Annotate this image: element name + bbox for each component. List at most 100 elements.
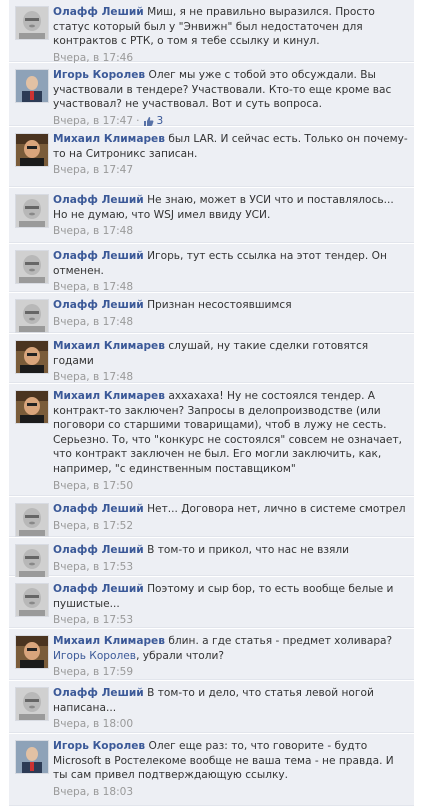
comment-timestamp[interactable]: Вчера, в 18:00 — [53, 717, 133, 732]
profile-photo-icon — [16, 251, 48, 283]
comment-body: Олафф Леший Не знаю, может в УСИ что и п… — [53, 193, 408, 239]
avatar[interactable] — [15, 69, 49, 103]
profile-photo-icon — [16, 7, 48, 39]
comment-timestamp[interactable]: Вчера, в 17:48 — [53, 315, 133, 330]
comment-body: Олафф Леший Признан несостоявшимся Вчера,… — [53, 298, 408, 329]
comment-author-link[interactable]: Игорь Королев — [53, 69, 145, 81]
comment-author-link[interactable]: Михаил Климарев — [53, 133, 165, 145]
comment-body: Олафф Леший Игорь, тут есть ссылка на эт… — [53, 249, 408, 295]
comment-timestamp[interactable]: Вчера, в 18:03 — [53, 785, 133, 800]
comment-item: Михаил Климарев блин. а где статья - пре… — [9, 629, 414, 680]
comment-author-link[interactable]: Игорь Королев — [53, 740, 145, 752]
comment-body: Олафф Леший Нет... Договора нет, лично в… — [53, 502, 408, 533]
avatar[interactable] — [15, 390, 49, 424]
comment-body: Олафф Леший В том-то и дело, что статья … — [53, 686, 408, 732]
profile-photo-icon — [16, 688, 48, 720]
avatar[interactable] — [15, 6, 49, 40]
comment-text: Признан несостоявшимся — [147, 299, 292, 311]
comment-content: Олафф Леший Не знаю, может в УСИ что и п… — [53, 193, 408, 222]
comment-text-after: , убрали чтоли? — [136, 649, 225, 662]
comment-item: Олафф Леший В том-то и дело, что статья … — [9, 681, 414, 733]
profile-photo-icon — [16, 195, 48, 227]
comment-content: Михаил Климарев слушай, ну такие сделки … — [53, 339, 408, 368]
comment-body: Игорь Королев Олег еще раз: то, что гово… — [53, 739, 408, 799]
comment-item: Игорь Королев Олег еще раз: то, что гово… — [9, 734, 414, 806]
profile-photo-icon — [16, 134, 48, 166]
comment-item: Олафф Леший Не знаю, может в УСИ что и п… — [9, 188, 414, 243]
profile-photo-icon — [16, 584, 48, 616]
comment-timestamp[interactable]: Вчера, в 17:59 — [53, 665, 133, 680]
comment-timestamp[interactable]: Вчера, в 17:53 — [53, 613, 133, 628]
comment-author-link[interactable]: Михаил Климарев — [53, 340, 165, 352]
comment-item: Олафф Леший Признан несостоявшимся Вчера,… — [9, 293, 414, 333]
comment-item: Михаил Климарев был LAR. И сейчас есть. … — [9, 127, 414, 187]
comment-content: Михаил Климарев блин. а где статья - пре… — [53, 634, 408, 663]
comment-timestamp[interactable]: Вчера, в 17:47 — [53, 163, 133, 178]
avatar[interactable] — [15, 194, 49, 228]
comment-text: аххахаха! Ну не состоялся тендер. А конт… — [53, 390, 402, 475]
comment-author-link[interactable]: Олафф Леший — [53, 583, 144, 595]
avatar[interactable] — [15, 583, 49, 617]
comment-body: Михаил Климарев аххахаха! Ну не состоялс… — [53, 389, 408, 493]
comment-author-link[interactable]: Олафф Леший — [53, 687, 144, 699]
comment-meta: Вчера, в 17:50 — [53, 479, 408, 494]
comment-content: Михаил Климарев аххахаха! Ну не состоялс… — [53, 389, 408, 477]
comment-content: Олафф Леший Нет... Договора нет, лично в… — [53, 502, 408, 517]
comment-text: Нет... Договора нет, лично в системе смо… — [147, 503, 406, 515]
comment-item: Олафф Леший Миш, я не правильно выразилс… — [9, 0, 414, 65]
comment-content: Олафф Леший Поэтому и сыр бор, то есть в… — [53, 582, 408, 611]
comment-content: Олафф Леший Игорь, тут есть ссылка на эт… — [53, 249, 408, 278]
comment-author-link[interactable]: Олафф Леший — [53, 299, 144, 311]
profile-photo-icon — [16, 70, 48, 102]
comment-content: Олафф Леший В том-то и прикол, что нас н… — [53, 543, 408, 558]
comment-text: В том-то и прикол, что нас не взяли — [147, 544, 349, 556]
comment-item: Олафф Леший Поэтому и сыр бор, то есть в… — [9, 577, 414, 628]
thumbs-up-icon[interactable] — [143, 116, 154, 127]
comment-meta: Вчера, в 17:53 — [53, 560, 408, 575]
comment-author-link[interactable]: Михаил Климарев — [53, 635, 165, 647]
avatar[interactable] — [15, 250, 49, 284]
comment-timestamp[interactable]: Вчера, в 17:48 — [53, 224, 133, 239]
comment-content: Игорь Королев Олег мы уже с тобой это об… — [53, 68, 408, 112]
comment-item: Михаил Климарев слушай, ну такие сделки … — [9, 334, 414, 383]
comment-timestamp[interactable]: Вчера, в 17:50 — [53, 479, 133, 494]
comment-author-link[interactable]: Олафф Леший — [53, 194, 144, 206]
comment-author-link[interactable]: Олафф Леший — [53, 544, 144, 556]
avatar[interactable] — [15, 503, 49, 537]
avatar[interactable] — [15, 340, 49, 374]
profile-photo-icon — [16, 741, 48, 773]
comment-content: Олафф Леший В том-то и дело, что статья … — [53, 686, 408, 715]
comment-body: Олафф Леший Поэтому и сыр бор, то есть в… — [53, 582, 408, 628]
comment-body: Михаил Климарев блин. а где статья - пре… — [53, 634, 408, 680]
comment-body: Игорь Королев Олег мы уже с тобой это об… — [53, 68, 408, 128]
comment-meta: Вчера, в 18:00 — [53, 717, 408, 732]
mention-link[interactable]: Игорь Королев — [53, 650, 136, 662]
comment-author-link[interactable]: Олафф Леший — [53, 503, 144, 515]
comment-body: Михаил Климарев был LAR. И сейчас есть. … — [53, 132, 408, 178]
comment-body: Олафф Леший В том-то и прикол, что нас н… — [53, 543, 408, 574]
avatar[interactable] — [15, 299, 49, 333]
comment-timestamp[interactable]: Вчера, в 17:53 — [53, 560, 133, 575]
comment-body: Олафф Леший Миш, я не правильно выразилс… — [53, 5, 408, 65]
avatar[interactable] — [15, 544, 49, 578]
comment-meta: Вчера, в 17:48 — [53, 370, 408, 385]
profile-photo-icon — [16, 391, 48, 423]
comment-author-link[interactable]: Михаил Климарев — [53, 390, 165, 402]
profile-photo-icon — [16, 300, 48, 332]
comment-author-link[interactable]: Олафф Леший — [53, 6, 144, 18]
comment-meta: Вчера, в 18:03 — [53, 785, 408, 800]
profile-photo-icon — [16, 341, 48, 373]
avatar[interactable] — [15, 133, 49, 167]
comment-item: Олафф Леший В том-то и прикол, что нас н… — [9, 538, 414, 578]
avatar[interactable] — [15, 740, 49, 774]
comment-meta: Вчера, в 17:47 — [53, 163, 408, 178]
comment-author-link[interactable]: Олафф Леший — [53, 250, 144, 262]
avatar[interactable] — [15, 635, 49, 669]
comment-text: блин. а где статья - предмет холивара? — [168, 635, 393, 647]
comment-item: Михаил Климарев аххахаха! Ну не состоялс… — [9, 384, 414, 496]
avatar[interactable] — [15, 687, 49, 721]
profile-photo-icon — [16, 545, 48, 577]
comment-timestamp[interactable]: Вчера, в 17:52 — [53, 519, 133, 534]
comment-item: Олафф Леший Игорь, тут есть ссылка на эт… — [9, 244, 414, 295]
comment-timestamp[interactable]: Вчера, в 17:48 — [53, 370, 133, 385]
